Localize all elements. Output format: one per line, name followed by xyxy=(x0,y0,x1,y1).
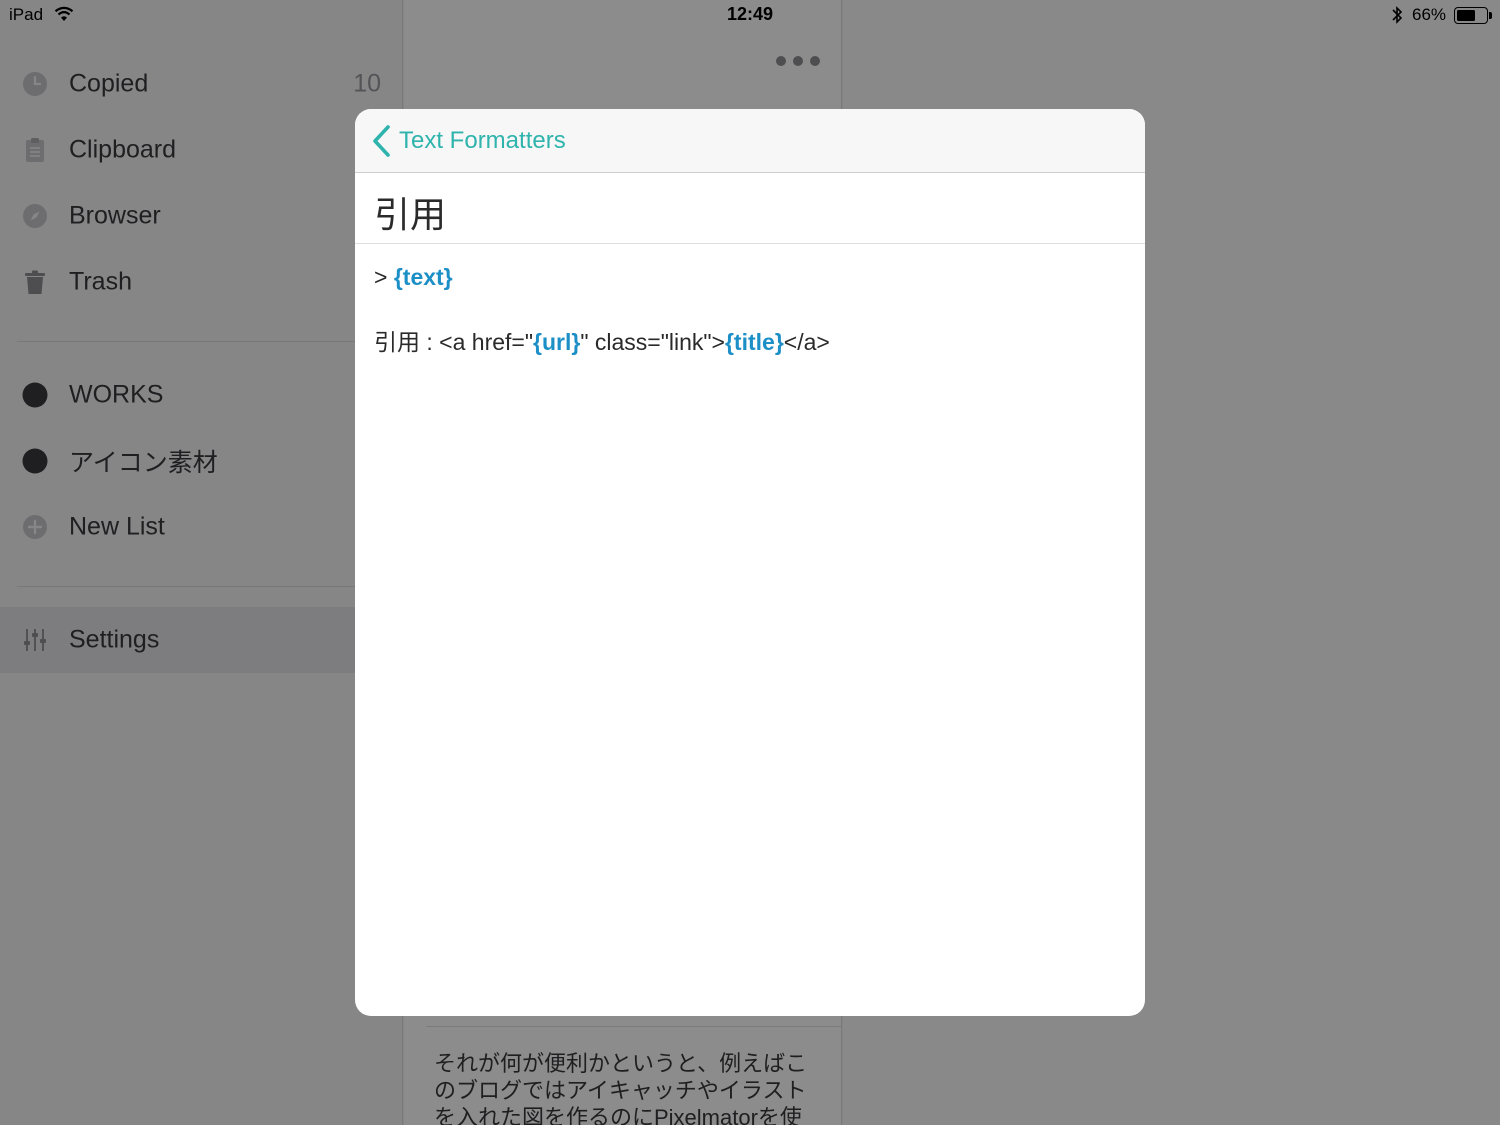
formatter-title-field[interactable]: 引用 xyxy=(355,173,1145,244)
bluetooth-icon xyxy=(1392,6,1403,24)
back-button[interactable]: Text Formatters xyxy=(371,121,566,161)
back-button-label: Text Formatters xyxy=(399,127,566,154)
placeholder-url-token: {url} xyxy=(533,329,581,355)
placeholder-title-token: {title} xyxy=(724,329,784,355)
formatter-editor-modal: Text Formatters 引用 > {text} 引用 : <a href… xyxy=(355,109,1145,1016)
template-text: </a> xyxy=(783,329,830,355)
template-text: 引用 : <a href=" xyxy=(374,329,534,355)
status-bar: iPad 12:49 66% xyxy=(0,0,1500,30)
modal-nav-bar: Text Formatters xyxy=(355,109,1145,173)
template-line-1: > {text} xyxy=(374,262,1124,292)
status-time: 12:49 xyxy=(726,4,774,24)
battery-percentage: 66% xyxy=(1412,5,1447,24)
template-text: " class="link"> xyxy=(580,329,725,355)
chevron-left-icon xyxy=(373,125,390,157)
placeholder-text-token: {text} xyxy=(393,264,453,290)
formatter-template-editor[interactable]: > {text} 引用 : <a href="{url}" class="lin… xyxy=(374,262,1124,357)
template-line-2: 引用 : <a href="{url}" class="link">{title… xyxy=(374,327,1124,357)
template-text: > xyxy=(374,264,394,290)
formatter-title: 引用 xyxy=(374,194,447,235)
battery-icon xyxy=(1454,7,1492,24)
